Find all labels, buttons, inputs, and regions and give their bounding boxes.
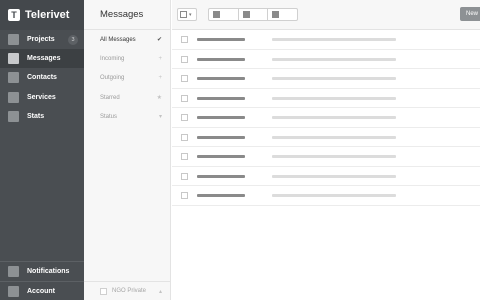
new-message-button[interactable]: New [460,7,480,21]
message-preview-placeholder [272,77,396,80]
table-row[interactable] [172,69,480,89]
messages-icon [8,53,19,64]
message-preview-placeholder [272,194,396,197]
notifications-icon [8,266,19,277]
table-row[interactable] [172,147,480,167]
filter-label: Starred [100,94,120,101]
sidebar-item-label: Contacts [27,74,57,81]
filter-label: All Messages [100,36,136,43]
star-icon: ★ [156,95,162,101]
table-row[interactable] [172,167,480,186]
message-preview-placeholder [272,38,396,41]
sender-placeholder [197,135,245,139]
sidebar-item-label: Projects [27,36,55,43]
filter-column: Messages All Messages ✔ Incoming + Outgo… [84,0,171,300]
sender-placeholder [197,155,245,158]
sidebar-item-account[interactable]: Account [0,282,84,300]
project-icon [100,287,107,295]
filter-all-messages[interactable]: All Messages ✔ [84,30,170,49]
sidebar-item-projects[interactable]: Projects 3 [0,30,84,49]
bulk-action-button[interactable] [239,9,269,20]
message-preview-placeholder [272,135,396,139]
bulk-action-group [208,8,298,21]
row-checkbox[interactable] [181,114,188,121]
sidebar-item-label: Messages [27,55,61,62]
filter-outgoing[interactable]: Outgoing + [84,68,170,87]
filter-incoming[interactable]: Incoming + [84,49,170,68]
table-row[interactable] [172,30,480,50]
row-checkbox[interactable] [181,133,188,141]
stats-icon [8,111,19,122]
table-row[interactable] [172,108,480,128]
sidebar-item-label: Stats [27,113,45,120]
chevron-up-icon: ▴ [158,288,162,295]
sidebar-item-stats[interactable]: Stats [0,107,84,126]
filter-starred[interactable]: Starred ★ [84,88,170,107]
sidebar-item-label: Notifications [27,268,70,275]
message-list-panel: ▾ New [172,0,480,300]
row-checkbox[interactable] [181,192,188,199]
sidebar-item-notifications[interactable]: Notifications [0,262,84,281]
brand-name: Telerivet [25,9,70,21]
action-icon [213,11,220,18]
table-row[interactable] [172,128,480,147]
row-checkbox[interactable] [181,94,188,102]
bulk-action-button[interactable] [268,9,297,20]
account-icon [8,286,19,297]
sender-placeholder [197,38,245,41]
sender-placeholder [197,96,245,100]
bulk-action-button[interactable] [209,9,239,20]
projects-icon [8,34,19,45]
action-icon [272,11,280,18]
row-checkbox[interactable] [181,172,188,180]
filter-label: Status [100,113,118,120]
brand[interactable]: T Telerivet [0,0,84,30]
message-preview-placeholder [272,57,396,61]
check-icon: ✔ [156,37,162,43]
services-icon [8,92,19,103]
sidebar: T Telerivet Projects 3 Messages Contacts… [0,0,84,300]
row-checkbox[interactable] [181,55,188,63]
sidebar-item-messages[interactable]: Messages [0,49,84,68]
telerivet-logo-icon: T [8,9,20,21]
row-checkbox[interactable] [181,36,188,43]
message-preview-placeholder [272,174,396,178]
sender-placeholder [197,57,245,61]
filter-status[interactable]: Status ▾ [84,107,170,126]
row-checkbox[interactable] [181,153,188,160]
sidebar-item-label: Account [27,288,55,295]
contacts-icon [8,72,19,83]
sender-placeholder [197,174,245,178]
sidebar-item-contacts[interactable]: Contacts [0,68,84,87]
message-preview-placeholder [272,155,396,158]
page-header: Messages [84,0,170,30]
projects-count-badge: 3 [68,34,78,45]
chevron-down-icon[interactable]: ▾ [159,113,162,120]
action-icon [242,11,250,18]
table-row[interactable] [172,186,480,206]
table-row[interactable] [172,89,480,108]
row-checkbox[interactable] [181,75,188,82]
sender-placeholder [197,194,245,197]
message-preview-placeholder [272,96,396,100]
select-all-dropdown[interactable]: ▾ [177,8,197,21]
filter-label: Outgoing [100,74,125,81]
sidebar-item-label: Services [27,94,56,101]
toolbar: ▾ New [172,0,480,30]
project-switcher[interactable]: NGO Private ▴ [84,281,170,300]
message-preview-placeholder [272,116,396,119]
checkbox-icon [180,11,187,18]
plus-icon[interactable]: + [158,56,162,62]
project-name: NGO Private [112,288,147,294]
sender-placeholder [197,77,245,80]
page-title: Messages [100,9,144,20]
filter-label: Incoming [100,55,125,62]
plus-icon[interactable]: + [158,75,162,81]
chevron-down-icon: ▾ [189,11,192,18]
table-row[interactable] [172,50,480,69]
sidebar-item-services[interactable]: Services [0,88,84,107]
sender-placeholder [197,116,245,119]
